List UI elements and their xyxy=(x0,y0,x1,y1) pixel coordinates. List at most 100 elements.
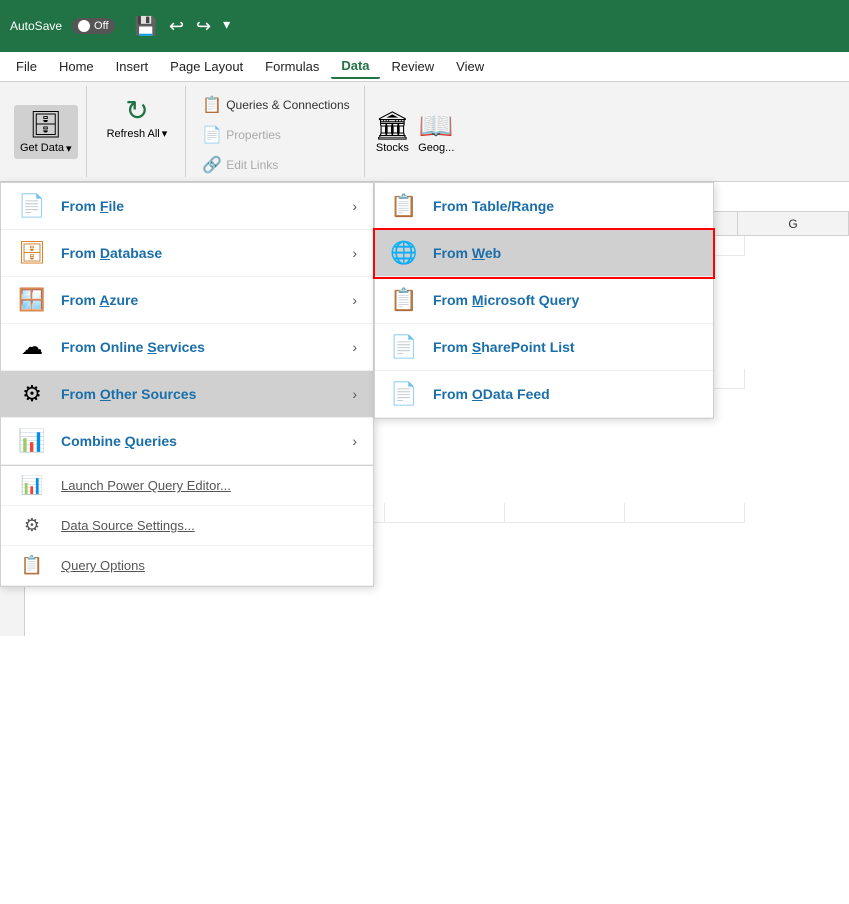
geography-label: Geog... xyxy=(418,142,454,154)
refresh-icon: ↻ xyxy=(125,94,148,127)
from-azure-icon: 🪟 xyxy=(17,287,47,313)
ribbon-queries-group: 📋 Queries & Connections 📄 Properties 🔗 E… xyxy=(188,86,364,177)
menu-insert[interactable]: Insert xyxy=(106,55,159,78)
ribbon-data-types-group: 🏛 Stocks 📖 Geog... xyxy=(367,86,463,177)
redo-icon[interactable]: ↪ xyxy=(196,16,211,37)
menu-option-from-database[interactable]: 🗄 From Database › xyxy=(1,230,373,277)
edit-links-label: Edit Links xyxy=(226,158,278,172)
menu-option-from-azure[interactable]: 🪟 From Azure › xyxy=(1,277,373,324)
queries-icon: 📋 xyxy=(202,95,222,115)
menu-data[interactable]: Data xyxy=(331,54,379,79)
autosave-label: AutoSave xyxy=(10,19,62,33)
menu-home[interactable]: Home xyxy=(49,55,104,78)
menu-option-data-source-settings[interactable]: ⚙ Data Source Settings... xyxy=(1,506,373,546)
menu-file[interactable]: File xyxy=(6,55,47,78)
from-other-sources-chevron: › xyxy=(352,386,357,402)
from-table-range-label: From Table/Range xyxy=(433,198,554,214)
menu-option-from-online-services[interactable]: ☁ From Online Services › xyxy=(1,324,373,371)
ribbon-refresh-group: ↻ Refresh All ▾ xyxy=(89,86,187,177)
from-database-chevron: › xyxy=(352,245,357,261)
from-microsoft-query-label: From Microsoft Query xyxy=(433,292,579,308)
menu-page-layout[interactable]: Page Layout xyxy=(160,55,253,78)
ribbon-get-data-group: 🗄 Get Data ▾ xyxy=(6,86,87,177)
submenu-item-from-sharepoint-list[interactable]: 📄 From SharePoint List xyxy=(375,324,713,371)
queries-connections-button[interactable]: 📋 Queries & Connections xyxy=(196,93,355,117)
properties-label: Properties xyxy=(226,128,281,142)
from-online-services-chevron: › xyxy=(352,339,357,355)
stocks-button[interactable]: 🏛 Stocks xyxy=(375,109,411,154)
refresh-all-arrow: ▾ xyxy=(162,127,168,140)
query-options-icon: 📋 xyxy=(17,555,47,576)
combine-queries-chevron: › xyxy=(352,433,357,449)
more-icon[interactable]: ▾ xyxy=(223,16,230,37)
from-web-label: From Web xyxy=(433,245,501,261)
from-azure-label: From Azure xyxy=(61,292,338,308)
from-azure-chevron: › xyxy=(352,292,357,308)
properties-icon: 📄 xyxy=(202,125,222,145)
from-online-services-icon: ☁ xyxy=(17,334,47,360)
submenu-item-from-odata-feed[interactable]: 📄 From OData Feed xyxy=(375,371,713,418)
menu-review[interactable]: Review xyxy=(382,55,445,78)
autosave-toggle[interactable]: Off xyxy=(72,18,114,34)
from-other-sources-icon: ⚙ xyxy=(17,381,47,407)
menu-option-from-other-sources[interactable]: ⚙ From Other Sources › xyxy=(1,371,373,418)
col-header-g: G xyxy=(738,212,849,235)
edit-links-button[interactable]: 🔗 Edit Links xyxy=(196,153,284,177)
query-options-label: Query Options xyxy=(61,558,145,573)
cell[interactable] xyxy=(505,503,625,523)
from-sharepoint-list-label: From SharePoint List xyxy=(433,339,575,355)
from-sharepoint-list-icon: 📄 xyxy=(389,334,419,360)
get-data-icon: 🗄 xyxy=(29,109,62,140)
submenu-item-from-table-range[interactable]: 📋 From Table/Range xyxy=(375,183,713,230)
get-data-label: Get Data xyxy=(20,142,64,154)
menu-view[interactable]: View xyxy=(446,55,494,78)
properties-button[interactable]: 📄 Properties xyxy=(196,123,287,147)
submenu-item-from-web[interactable]: 🌐 From Web xyxy=(375,230,713,277)
submenu-item-from-microsoft-query[interactable]: 📋 From Microsoft Query xyxy=(375,277,713,324)
combine-queries-icon: 📊 xyxy=(17,428,47,454)
undo-icon[interactable]: ↩ xyxy=(169,16,184,37)
combine-queries-label: Combine Queries xyxy=(61,433,338,449)
menu-option-combine-queries[interactable]: 📊 Combine Queries › xyxy=(1,418,373,465)
from-microsoft-query-icon: 📋 xyxy=(389,287,419,313)
autosave-off-label: Off xyxy=(94,20,108,32)
launch-pqe-icon: 📊 xyxy=(17,475,47,496)
queries-connections-label: Queries & Connections xyxy=(226,98,349,112)
cell[interactable] xyxy=(385,503,505,523)
from-file-label: From File xyxy=(61,198,338,214)
from-file-chevron: › xyxy=(352,198,357,214)
from-web-icon: 🌐 xyxy=(389,240,419,266)
get-data-dropdown: 📄 From File › 🗄 From Database › 🪟 From A… xyxy=(0,182,374,587)
menu-formulas[interactable]: Formulas xyxy=(255,55,329,78)
edit-links-icon: 🔗 xyxy=(202,155,222,175)
get-data-button[interactable]: 🗄 Get Data ▾ xyxy=(14,105,78,159)
geography-button[interactable]: 📖 Geog... xyxy=(418,109,454,154)
stocks-label: Stocks xyxy=(376,142,409,154)
from-odata-feed-label: From OData Feed xyxy=(433,386,550,402)
title-bar: AutoSave Off 💾 ↩ ↪ ▾ xyxy=(0,0,849,52)
toggle-dot xyxy=(78,20,90,32)
save-icon[interactable]: 💾 xyxy=(135,16,157,37)
stocks-icon: 🏛 xyxy=(375,109,411,142)
ribbon: 🗄 Get Data ▾ ↻ Refresh All ▾ 📋 Queries &… xyxy=(0,82,849,182)
from-table-range-icon: 📋 xyxy=(389,193,419,219)
get-data-arrow: ▾ xyxy=(66,142,72,155)
from-database-icon: 🗄 xyxy=(17,240,47,266)
menu-option-launch-pqe[interactable]: 📊 Launch Power Query Editor... xyxy=(1,466,373,506)
menu-option-from-file[interactable]: 📄 From File › xyxy=(1,183,373,230)
refresh-all-button[interactable]: ↻ Refresh All ▾ xyxy=(97,90,178,144)
refresh-all-label: Refresh All xyxy=(107,128,160,140)
from-other-sources-label: From Other Sources xyxy=(61,386,338,402)
from-database-label: From Database xyxy=(61,245,338,261)
from-online-services-label: From Online Services xyxy=(61,339,338,355)
from-file-icon: 📄 xyxy=(17,193,47,219)
from-other-sources-submenu: 📋 From Table/Range 🌐 From Web 📋 From Mic… xyxy=(374,182,714,419)
data-source-settings-label: Data Source Settings... xyxy=(61,518,195,533)
cell[interactable] xyxy=(625,503,745,523)
title-bar-icons: 💾 ↩ ↪ ▾ xyxy=(135,16,231,37)
data-source-settings-icon: ⚙ xyxy=(17,515,47,536)
menu-option-query-options[interactable]: 📋 Query Options xyxy=(1,546,373,586)
menu-bar: File Home Insert Page Layout Formulas Da… xyxy=(0,52,849,82)
geography-icon: 📖 xyxy=(419,109,454,142)
from-odata-feed-icon: 📄 xyxy=(389,381,419,407)
